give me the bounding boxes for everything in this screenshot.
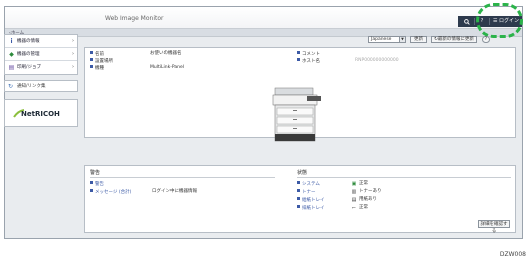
info-row-location: 設置場所 xyxy=(90,58,113,64)
bullet-icon xyxy=(297,58,300,61)
info-value: RNP000000000000 xyxy=(355,58,399,63)
bullet-icon xyxy=(297,51,300,54)
sidebar-item-label: 機器の情報 xyxy=(17,39,40,44)
alert-row: 警告 xyxy=(90,181,104,187)
info-label: 名前 xyxy=(95,52,104,57)
top-bar: Web Image Monitor ? ☰ ログイン xyxy=(5,7,522,29)
alert-row: メッセージ (合計) ログイン中に機器情報 xyxy=(90,189,197,195)
info-label: コメント xyxy=(302,52,320,57)
update-latest-button[interactable]: ↻最新の情報に更新 xyxy=(431,36,477,43)
sidebar-item-device-management[interactable]: ◆ 機器の管理 › xyxy=(5,48,77,61)
bullet-icon xyxy=(297,181,300,184)
status-row: システム xyxy=(297,181,320,187)
printer-image xyxy=(272,87,321,142)
language-value: Japanese xyxy=(371,37,392,42)
status-row: 排紙トレイ xyxy=(297,205,325,211)
status-value: 正常 xyxy=(359,205,368,210)
sidebar-item-print-jobs[interactable]: ▤ 印刷/ジョブ › xyxy=(5,61,77,74)
check-icon: ▣ xyxy=(351,181,357,187)
info-row-model: 機種 MultiLink-Panel xyxy=(90,65,184,71)
info-row-comment: コメント xyxy=(297,51,320,57)
sidebar-menu: i 機器の情報 › ◆ 機器の管理 › ▤ 印刷/ジョブ › xyxy=(4,34,78,75)
status-label[interactable]: 排紙トレイ xyxy=(302,206,325,211)
status-label[interactable]: システム xyxy=(302,182,320,187)
bullet-icon xyxy=(90,181,93,184)
app-title: Web Image Monitor xyxy=(105,15,164,22)
status-panel: 警告 警告 メッセージ (合計) ログイン中に機器情報 状態 システム ▣ 正常… xyxy=(84,165,516,234)
status-row: 給紙トレイ xyxy=(297,197,325,203)
help-button[interactable]: ? xyxy=(482,36,490,43)
info-row-name: 名前 お使いの機器名 xyxy=(90,51,182,57)
sidebar-item-label: 機器の管理 xyxy=(17,52,40,57)
toner-icon: ▥ xyxy=(351,189,357,195)
search-icon[interactable] xyxy=(462,16,472,27)
status-value: 用紙あり xyxy=(359,197,377,202)
info-value: お使いの機器名 xyxy=(150,51,182,56)
figure-code: DZW008 xyxy=(499,251,526,258)
login-highlight-circle xyxy=(476,3,523,38)
update-latest-label: 最新の情報に更新 xyxy=(437,37,474,42)
alerts-title: 警告 xyxy=(90,170,101,176)
chevron-right-icon: › xyxy=(72,51,74,57)
info-label: 機種 xyxy=(95,66,104,71)
netricoh-logo-text: NetRICOH xyxy=(21,110,60,118)
control-row: Japanese ▼ 更新 ↻最新の情報に更新 ? xyxy=(356,34,516,44)
bullet-icon xyxy=(90,51,93,54)
alert-label[interactable]: 警告 xyxy=(95,182,104,187)
alert-label[interactable]: メッセージ (合計) xyxy=(95,190,131,195)
toolbar-divider xyxy=(474,18,475,25)
info-value: MultiLink-Panel xyxy=(150,65,184,70)
info-label: 設置場所 xyxy=(95,59,113,64)
chevron-down-icon: ▼ xyxy=(399,37,405,42)
status-title: 状態 xyxy=(297,170,308,176)
bullet-icon xyxy=(90,58,93,61)
bullet-icon xyxy=(90,65,93,68)
info-label: ホスト名 xyxy=(302,59,320,64)
divider xyxy=(90,177,275,178)
device-info-panel: 名前 お使いの機器名 設置場所 機種 MultiLink-Panel コメント … xyxy=(84,47,516,142)
status-label[interactable]: 給紙トレイ xyxy=(302,198,325,203)
refresh-button[interactable]: 更新 xyxy=(410,36,427,43)
output-tray-icon: ⌐ xyxy=(351,205,357,211)
sidebar: i 機器の情報 › ◆ 機器の管理 › ▤ 印刷/ジョブ › ↻ 通知/リンク集… xyxy=(4,34,78,127)
link-icon: ↻ xyxy=(8,83,14,90)
sidebar-item-label: 印刷/ジョブ xyxy=(17,65,42,70)
language-select[interactable]: Japanese ▼ xyxy=(368,36,406,43)
bullet-icon xyxy=(90,189,93,192)
links-label: 通知/リンク集 xyxy=(17,84,46,89)
info-row-hostname: ホスト名 RNP000000000000 xyxy=(297,58,399,64)
links-button[interactable]: ↻ 通知/リンク集 xyxy=(4,80,78,92)
bullet-icon xyxy=(297,189,300,192)
gear-icon: ◆ xyxy=(9,51,14,58)
netricoh-banner[interactable]: NetRICOH xyxy=(4,99,78,127)
status-value: 正常 xyxy=(359,181,368,186)
info-icon: i xyxy=(10,38,13,45)
chevron-right-icon: › xyxy=(72,64,74,70)
document-icon: ▤ xyxy=(8,64,15,71)
bullet-icon xyxy=(297,197,300,200)
chevron-right-icon: › xyxy=(72,38,74,44)
alert-value: ログイン中に機器情報 xyxy=(152,189,197,194)
view-details-button[interactable]: 詳細を確認する xyxy=(478,220,510,234)
status-value: トナーあり xyxy=(359,189,382,194)
sidebar-item-device-info[interactable]: i 機器の情報 › xyxy=(5,35,77,48)
divider xyxy=(297,177,511,178)
main-content: Japanese ▼ 更新 ↻最新の情報に更新 ? 名前 お使いの機器名 設置場… xyxy=(84,34,516,234)
tray-icon: ▤ xyxy=(351,197,357,203)
bullet-icon xyxy=(297,205,300,208)
status-row: トナー xyxy=(297,189,316,195)
status-label[interactable]: トナー xyxy=(302,190,316,195)
